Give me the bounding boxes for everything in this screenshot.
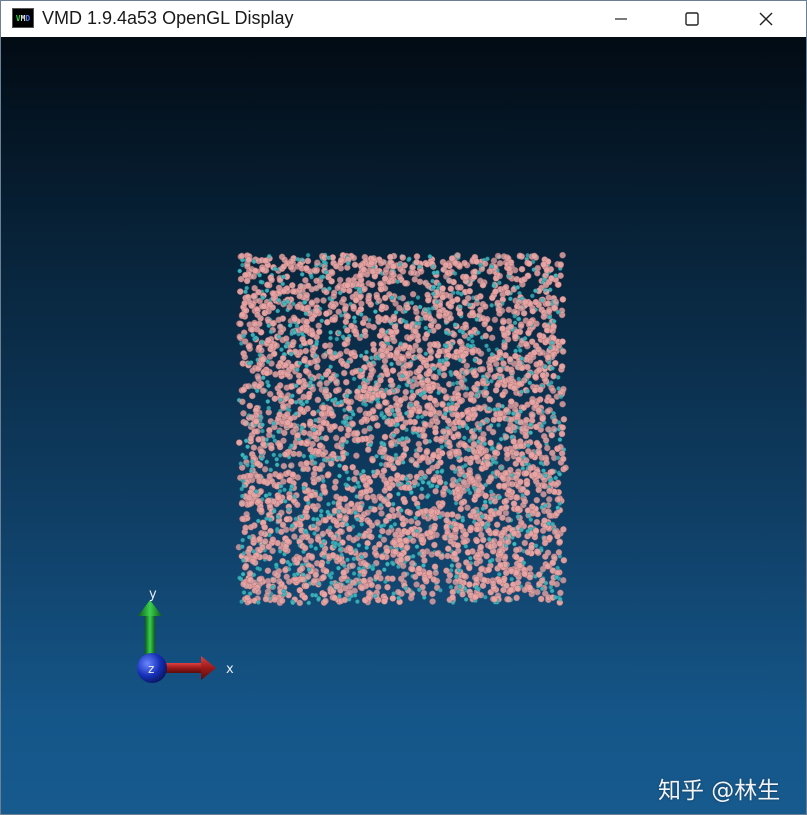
- minimize-icon: [615, 18, 627, 20]
- axes-indicator: y x z: [137, 587, 234, 683]
- x-axis-label: x: [226, 662, 234, 677]
- molecular-system-render[interactable]: [1, 37, 806, 814]
- atoms-group: [235, 251, 569, 607]
- close-icon: [759, 12, 773, 26]
- vmd-display-window: VMD VMD 1.9.4a53 OpenGL Display y x z 知乎…: [0, 0, 807, 815]
- close-button[interactable]: [737, 1, 795, 37]
- maximize-button[interactable]: [663, 1, 721, 37]
- y-axis-label: y: [149, 587, 157, 602]
- y-axis-arrow: [138, 600, 162, 659]
- vmd-icon[interactable]: VMD: [12, 8, 34, 28]
- maximize-icon: [685, 12, 699, 26]
- minimize-button[interactable]: [592, 1, 650, 37]
- watermark-text: 知乎 @林生: [658, 778, 781, 804]
- window-title: VMD 1.9.4a53 OpenGL Display: [42, 8, 294, 28]
- title-bar[interactable]: VMD VMD 1.9.4a53 OpenGL Display: [1, 1, 806, 37]
- z-axis-label: z: [148, 662, 154, 676]
- opengl-viewport[interactable]: y x z 知乎 @林生: [1, 37, 806, 814]
